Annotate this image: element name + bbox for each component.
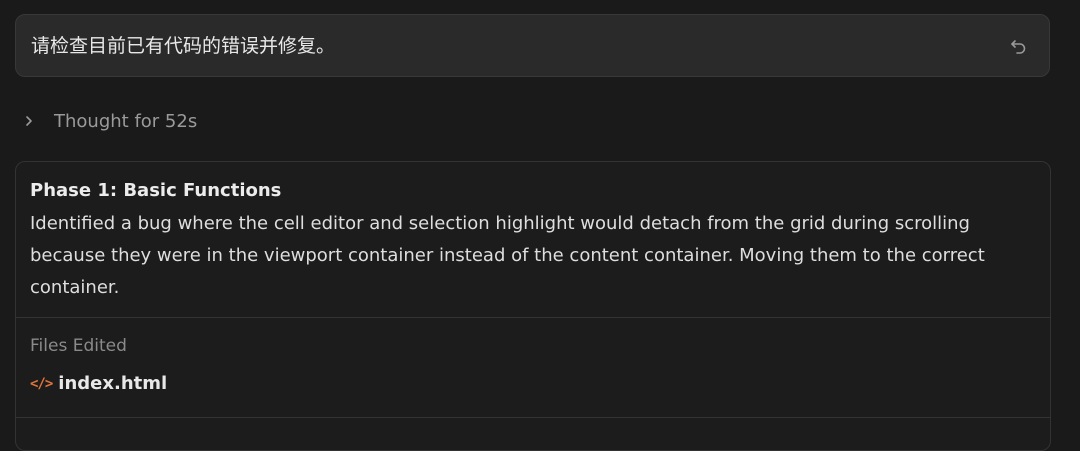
- user-message-bubble: 请检查目前已有代码的错误并修复。: [15, 14, 1050, 77]
- user-message-text: 请检查目前已有代码的错误并修复。: [31, 35, 336, 57]
- file-item[interactable]: </> index.html: [30, 373, 1036, 394]
- step-card: Phase 1: Basic Functions Identified a bu…: [15, 161, 1051, 451]
- chevron-right-icon: [26, 116, 32, 126]
- thought-label: Thought for 52s: [54, 110, 198, 132]
- thought-toggle[interactable]: Thought for 52s: [22, 108, 197, 134]
- files-edited-label: Files Edited: [30, 336, 127, 356]
- step-description: Identified a bug where the cell editor a…: [30, 213, 985, 298]
- file-name: index.html: [58, 373, 168, 394]
- step-summary: Phase 1: Basic Functions Identified a bu…: [16, 162, 1050, 318]
- step-title: Phase 1: Basic Functions: [30, 180, 282, 201]
- files-edited-section: Files Edited </> index.html: [16, 318, 1050, 418]
- undo-icon[interactable]: [1009, 37, 1029, 57]
- code-icon: </>: [30, 375, 53, 392]
